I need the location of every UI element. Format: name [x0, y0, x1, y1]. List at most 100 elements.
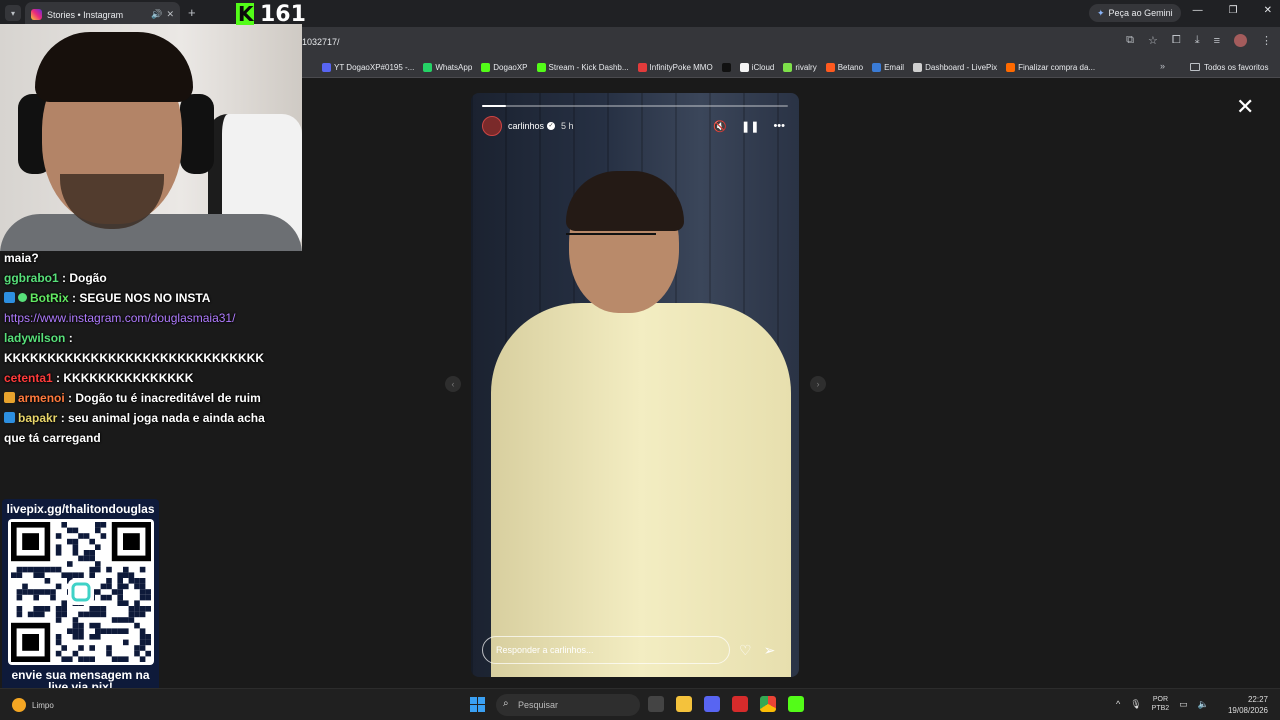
- task-view-icon[interactable]: [648, 696, 664, 712]
- profile-avatar[interactable]: [1234, 34, 1247, 47]
- next-story-button[interactable]: ›: [810, 376, 826, 392]
- bookmark-favicon-icon: [423, 62, 433, 72]
- clock-time: 22:27: [1247, 695, 1268, 704]
- bookmark-item[interactable]: Email: [872, 62, 905, 72]
- bookmark-item[interactable]: WhatsApp: [423, 62, 472, 72]
- tray-chevron-icon[interactable]: ^: [1116, 699, 1120, 709]
- weather-widget[interactable]: Limpo: [12, 698, 54, 712]
- story-avatar[interactable]: [482, 116, 502, 136]
- chat-text: : SEGUE NOS NO INSTA: [72, 291, 211, 305]
- bookmark-item[interactable]: InfinityPoke MMO: [637, 62, 713, 72]
- story-card[interactable]: carlinhos ✓ 5 h 🔇 ❚❚ ••• Responder a car…: [471, 93, 799, 677]
- bookmark-item[interactable]: rivalry: [783, 62, 817, 72]
- instagram-icon: [31, 9, 42, 20]
- chat-username[interactable]: ggbrabo1: [4, 271, 59, 285]
- extensions-icon[interactable]: ⧠: [1172, 34, 1181, 47]
- tab-strip: ▾ Stories • Instagram 🔊 ✕ + ✦ Peça ao Ge…: [0, 0, 1280, 27]
- bookmark-label: rivalry: [795, 62, 817, 72]
- chat-username[interactable]: bapakr: [18, 411, 57, 425]
- bookmark-favicon-icon: [739, 62, 749, 72]
- bookmark-label: Email: [884, 62, 905, 72]
- menu-icon[interactable]: ⋮: [1261, 34, 1272, 47]
- bookmark-label: InfinityPoke MMO: [649, 62, 713, 72]
- taskbar-search[interactable]: ⌕ Pesquisar: [496, 694, 640, 716]
- bookmark-label: YT DogaoXP#0195 -...: [334, 62, 415, 72]
- chat-text: KKKKKKKKKKKKKKKKKKKKKKKKKKKKKK: [4, 351, 264, 365]
- taskbar-clock[interactable]: 22:27 19/08/2026: [1228, 694, 1268, 716]
- send-icon[interactable]: ➢: [764, 642, 776, 659]
- bookmark-item[interactable]: [721, 62, 731, 72]
- bookmark-label: DogaoXP: [493, 62, 528, 72]
- taskbar-apps: [648, 696, 804, 712]
- chat-username[interactable]: ladywilson: [4, 331, 65, 345]
- story-username[interactable]: carlinhos: [508, 121, 544, 131]
- windows-start-icon[interactable]: [470, 697, 485, 712]
- chat-username[interactable]: cetenta1: [4, 371, 53, 385]
- chat-text: : KKKKKKKKKKKKKKK: [56, 371, 194, 385]
- bookmark-favicon-icon: [481, 62, 491, 72]
- install-app-icon[interactable]: ⧉: [1126, 34, 1134, 47]
- chat-link[interactable]: https://www.instagram.com/douglasmaia31/: [4, 311, 235, 325]
- bookmark-favicon-icon: [637, 62, 647, 72]
- bookmark-favicon-icon: [783, 62, 793, 72]
- chrome-icon[interactable]: [760, 696, 776, 712]
- bookmark-star-icon[interactable]: ☆: [1148, 34, 1158, 47]
- bookmark-item[interactable]: iCloud: [739, 62, 774, 72]
- microphone-icon[interactable]: 🎙: [1130, 699, 1141, 710]
- speaker-icon[interactable]: 🔊: [151, 9, 162, 20]
- chat-message: cetenta1 : KKKKKKKKKKKKKKK: [0, 368, 302, 388]
- pause-icon[interactable]: ❚❚: [741, 120, 759, 133]
- verified-icon: ✓: [547, 122, 556, 130]
- previous-story-button[interactable]: ‹: [445, 376, 461, 392]
- gemini-button[interactable]: ✦ Peça ao Gemini: [1089, 4, 1181, 22]
- chat-text: que tá carregand: [4, 431, 101, 445]
- reply-input[interactable]: Responder a carlinhos...: [482, 636, 730, 664]
- address-bar[interactable]: 1032717/: [302, 37, 340, 47]
- green-app-icon[interactable]: [788, 696, 804, 712]
- bookmark-item[interactable]: DogaoXP: [481, 62, 528, 72]
- minimize-icon[interactable]: —: [1193, 5, 1203, 16]
- bookmark-item[interactable]: Dashboard - LivePix: [913, 62, 997, 72]
- language-indicator[interactable]: POR PTB2: [1152, 695, 1170, 713]
- verified-bot-icon: [18, 293, 27, 302]
- kick-viewer-count: 161: [236, 1, 306, 27]
- all-bookmarks-button[interactable]: Todos os favoritos: [1190, 56, 1268, 78]
- z-app-icon[interactable]: [732, 696, 748, 712]
- discord-icon[interactable]: [704, 696, 720, 712]
- new-tab-button[interactable]: +: [188, 5, 196, 20]
- chat-message: BotRix : SEGUE NOS NO INSTA: [0, 288, 302, 308]
- bookmark-item[interactable]: Finalizar compra da...: [1006, 62, 1096, 72]
- toolbar-icons: ⧉ ☆ ⧠ ⤓ ≡ ⋮: [1126, 34, 1272, 47]
- chat-message: maia?: [0, 248, 302, 268]
- webcam-shirt: [0, 214, 302, 251]
- chat-text: : seu animal joga nada e ainda acha: [60, 411, 265, 425]
- playlist-icon[interactable]: ≡: [1214, 35, 1220, 47]
- bookmarks-overflow-icon[interactable]: »: [1160, 61, 1165, 71]
- more-options-icon[interactable]: •••: [773, 120, 785, 132]
- close-window-icon[interactable]: ✕: [1264, 5, 1272, 16]
- bookmark-label: Finalizar compra da...: [1018, 62, 1096, 72]
- story-header: carlinhos ✓ 5 h 🔇 ❚❚ •••: [482, 116, 785, 136]
- close-tab-icon[interactable]: ✕: [166, 9, 174, 20]
- mute-icon[interactable]: 🔇: [713, 120, 727, 133]
- chat-username[interactable]: BotRix: [30, 291, 69, 305]
- story-progress-fill: [482, 105, 507, 107]
- x-icon: [721, 62, 731, 72]
- network-icon[interactable]: ▭: [1179, 699, 1188, 710]
- crown-badge-icon: [4, 392, 15, 403]
- all-bookmarks-label: Todos os favoritos: [1204, 62, 1269, 72]
- close-stories-icon[interactable]: ✕: [1236, 96, 1254, 118]
- volume-icon[interactable]: 🔈: [1198, 699, 1209, 710]
- heart-icon[interactable]: ♡: [739, 642, 752, 659]
- chat-username[interactable]: armenoi: [18, 391, 65, 405]
- bookmark-item[interactable]: Stream - Kick Dashb...: [536, 62, 629, 72]
- bookmark-item[interactable]: YT DogaoXP#0195 -...: [322, 62, 415, 72]
- search-icon: ⌕: [503, 698, 509, 709]
- file-explorer-icon[interactable]: [676, 696, 692, 712]
- tab-search-button[interactable]: ▾: [5, 5, 21, 21]
- chat-text: : Dogão: [62, 271, 107, 285]
- bookmark-item[interactable]: Betano: [825, 62, 863, 72]
- download-icon[interactable]: ⤓: [1195, 34, 1200, 47]
- restore-icon[interactable]: ❐: [1229, 5, 1238, 16]
- chat-message: https://www.instagram.com/douglasmaia31/: [0, 308, 302, 328]
